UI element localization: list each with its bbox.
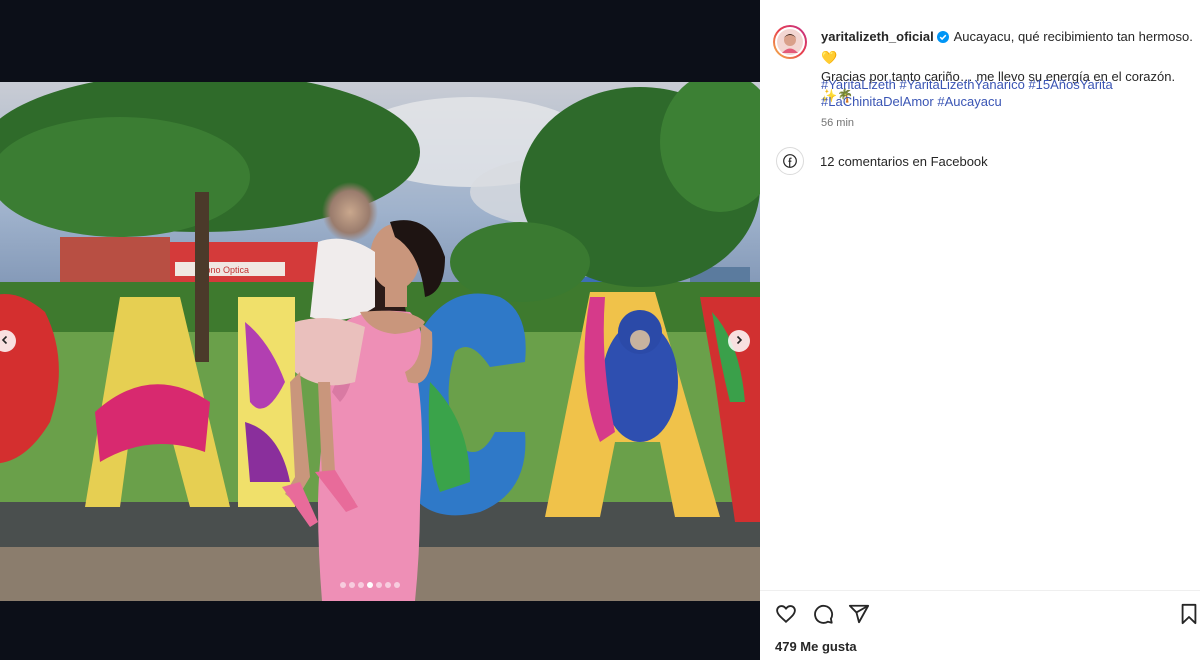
- post-details-panel: yaritalizeth_oficial Aucayacu, qué recib…: [760, 0, 1200, 660]
- carousel-dot: [340, 582, 346, 588]
- post-media-panel: Fono Optica: [0, 0, 760, 660]
- carousel-dot: [394, 582, 400, 588]
- facebook-comments-link[interactable]: 12 comentarios en Facebook: [776, 147, 988, 175]
- likes-count[interactable]: 479 Me gusta: [775, 639, 857, 654]
- carousel-dot: [385, 582, 391, 588]
- share-icon[interactable]: [848, 603, 870, 630]
- carousel-indicator: [340, 582, 400, 588]
- comment-icon[interactable]: [812, 603, 834, 630]
- hashtag-link[interactable]: #15AñosYarita: [1028, 77, 1112, 92]
- avatar[interactable]: [773, 25, 807, 59]
- hashtag-link[interactable]: #Aucayacu: [937, 94, 1001, 109]
- verified-badge-icon: [936, 29, 949, 48]
- bookmark-icon[interactable]: [1179, 603, 1199, 630]
- carousel-dot: [358, 582, 364, 588]
- hashtag-list: #YaritaLizeth #YaritaLizethYanarico #15A…: [821, 76, 1193, 110]
- hashtag-link[interactable]: #YaritaLizethYanarico: [900, 77, 1025, 92]
- facebook-comments-text: 12 comentarios en Facebook: [820, 153, 988, 169]
- chevron-left-icon: [0, 332, 10, 350]
- post-photo[interactable]: Fono Optica: [0, 82, 760, 601]
- post-timestamp[interactable]: 56 min: [821, 117, 854, 129]
- username-link[interactable]: yaritalizeth_oficial: [821, 29, 934, 44]
- carousel-dot: [349, 582, 355, 588]
- profile-photo: [777, 29, 803, 55]
- carousel-dot: [376, 582, 382, 588]
- hashtag-link[interactable]: #LaChinitaDelAmor: [821, 94, 934, 109]
- post-actions-bar: [760, 590, 1200, 637]
- next-image-button[interactable]: [728, 330, 750, 352]
- chevron-right-icon: [734, 332, 744, 350]
- hashtag-link[interactable]: #YaritaLizeth: [821, 77, 896, 92]
- carousel-dot-active: [367, 582, 373, 588]
- facebook-icon: [776, 147, 804, 175]
- heart-icon[interactable]: [775, 603, 797, 630]
